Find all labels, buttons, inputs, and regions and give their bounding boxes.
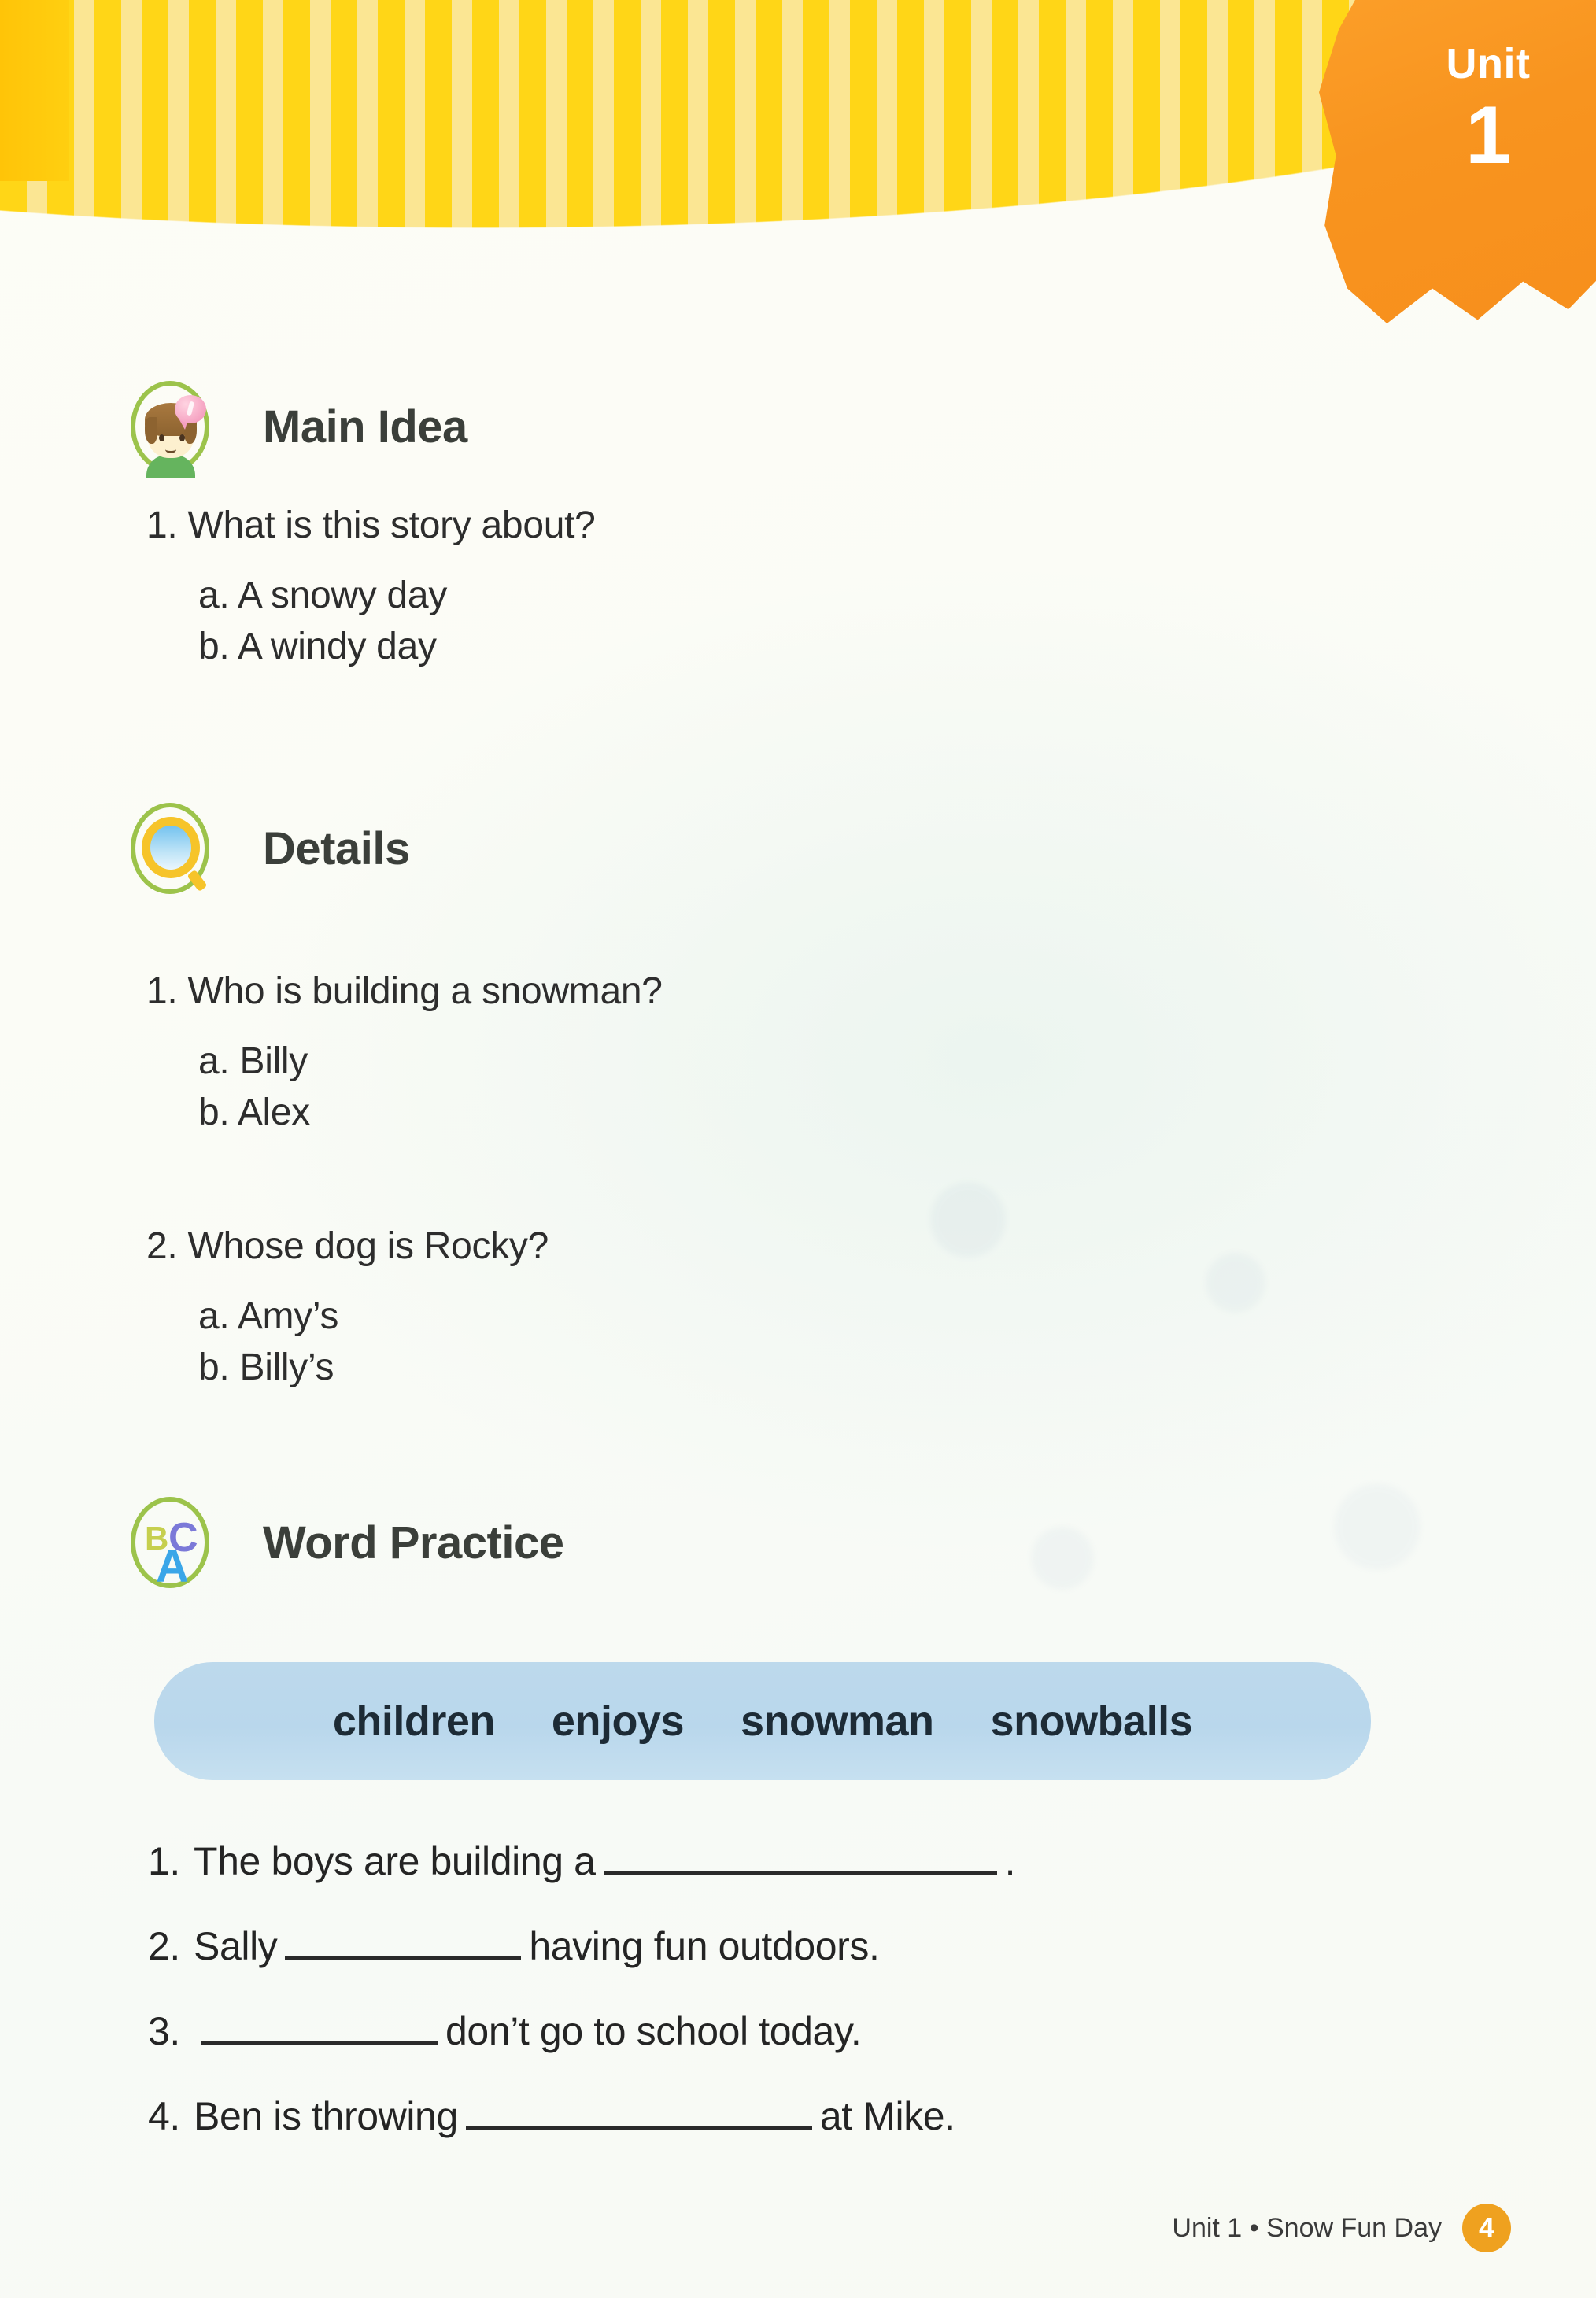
sentence-after-blank: at Mike. — [819, 2094, 955, 2138]
sentence-after-blank: don’t go to school today. — [445, 2009, 862, 2053]
fill-in-the-blank-list: 1. The boys are building a . 2. Sally ha… — [148, 1834, 1015, 2174]
item-number: 3. — [148, 2009, 180, 2053]
section-header-details: Details — [126, 798, 410, 899]
option-b[interactable]: b. Billy’s — [198, 1346, 549, 1389]
question-block-details-1: 1. Who is building a snowman? a. Billy b… — [146, 970, 663, 1134]
sentence-before-blank: Sally — [194, 1924, 278, 1968]
section-title-main-idea: Main Idea — [263, 401, 467, 453]
question-block-details-2: 2. Whose dog is Rocky? a. Amy’s b. Billy… — [146, 1225, 549, 1389]
question-block-main-idea-1: 1. What is this story about? a. A snowy … — [146, 504, 596, 668]
sentence-after-blank: . — [1004, 1839, 1016, 1883]
footer-text: Unit 1 • Snow Fun Day — [1172, 2212, 1442, 2243]
page-bleed-through — [826, 1086, 1480, 1716]
option-text: A windy day — [237, 626, 437, 667]
abc-letters-icon: B C A — [126, 1492, 219, 1593]
page-number-badge: 4 — [1462, 2204, 1511, 2252]
option-text: Alex — [237, 1092, 311, 1133]
question-body: Whose dog is Rocky? — [187, 1225, 549, 1267]
word-bank-item[interactable]: snowman — [741, 1697, 934, 1746]
option-b[interactable]: b. A windy day — [198, 625, 596, 668]
fill-in-row: 3. don’t go to school today. — [148, 2004, 1015, 2054]
question-text: 2. Whose dog is Rocky? — [146, 1225, 549, 1268]
question-number: 1. — [146, 970, 178, 1012]
option-b[interactable]: b. Alex — [198, 1091, 663, 1134]
question-text: 1. What is this story about? — [146, 504, 596, 547]
banner-left-edge — [0, 0, 69, 181]
kid-eye-right — [179, 434, 185, 441]
section-header-word-practice: B C A Word Practice — [126, 1492, 564, 1593]
question-body: What is this story about? — [187, 504, 596, 546]
question-body: Who is building a snowman? — [187, 970, 663, 1012]
kid-hair-left — [145, 417, 157, 444]
section-header-main-idea: Main Idea — [126, 376, 467, 478]
section-title-details: Details — [263, 822, 410, 874]
magnifying-glass-icon — [126, 798, 219, 899]
sentence-after-blank: having fun outdoors. — [529, 1924, 880, 1968]
item-number: 2. — [148, 1924, 180, 1968]
answer-blank[interactable] — [465, 2089, 812, 2130]
item-number: 1. — [148, 1839, 180, 1883]
unit-number: 1 — [1465, 90, 1511, 181]
answer-blank[interactable] — [201, 2004, 438, 2045]
option-text: Amy’s — [237, 1295, 339, 1337]
fill-in-row: 2. Sally having fun outdoors. — [148, 1919, 1015, 1969]
answer-blank[interactable] — [603, 1834, 997, 1875]
option-text: A snowy day — [237, 574, 448, 616]
word-bank-item[interactable]: children — [333, 1697, 496, 1746]
fill-in-row: 1. The boys are building a . — [148, 1834, 1015, 1884]
letter-a-icon: A — [156, 1541, 189, 1592]
workbook-page: Unit 1 Main Idea 1. What is this story a… — [0, 0, 1596, 2298]
kid-eye-left — [159, 434, 164, 441]
magnifier-handle — [187, 869, 208, 892]
option-text: Billy’s — [239, 1347, 334, 1388]
question-number: 1. — [146, 504, 178, 546]
option-letter: a. — [198, 1295, 230, 1337]
option-letter: b. — [198, 1347, 230, 1388]
word-bank-item[interactable]: enjoys — [552, 1697, 685, 1746]
unit-label: Unit — [1446, 40, 1531, 87]
kid-mouth — [165, 445, 176, 453]
option-letter: a. — [198, 574, 230, 616]
fill-in-row: 4. Ben is throwing at Mike. — [148, 2089, 1015, 2139]
magnifier-lens — [142, 817, 200, 878]
option-letter: a. — [198, 1040, 230, 1082]
sentence-before-blank: Ben is throwing — [194, 2094, 458, 2138]
option-letter: b. — [198, 1092, 230, 1133]
question-text: 1. Who is building a snowman? — [146, 970, 663, 1013]
option-letter: b. — [198, 626, 230, 667]
section-title-word-practice: Word Practice — [263, 1517, 564, 1568]
page-footer: Unit 1 • Snow Fun Day 4 — [1172, 2204, 1511, 2252]
kid-thought-bubble-icon — [126, 376, 219, 478]
option-a[interactable]: a. A snowy day — [198, 574, 596, 617]
answer-blank[interactable] — [285, 1919, 522, 1960]
option-text: Billy — [239, 1040, 308, 1082]
sentence-before-blank: The boys are building a — [194, 1839, 596, 1883]
option-a[interactable]: a. Amy’s — [198, 1295, 549, 1338]
item-number: 4. — [148, 2094, 180, 2138]
word-bank: children enjoys snowman snowballs — [154, 1662, 1371, 1780]
question-number: 2. — [146, 1225, 178, 1267]
word-bank-item[interactable]: snowballs — [991, 1697, 1193, 1746]
option-a[interactable]: a. Billy — [198, 1040, 663, 1083]
